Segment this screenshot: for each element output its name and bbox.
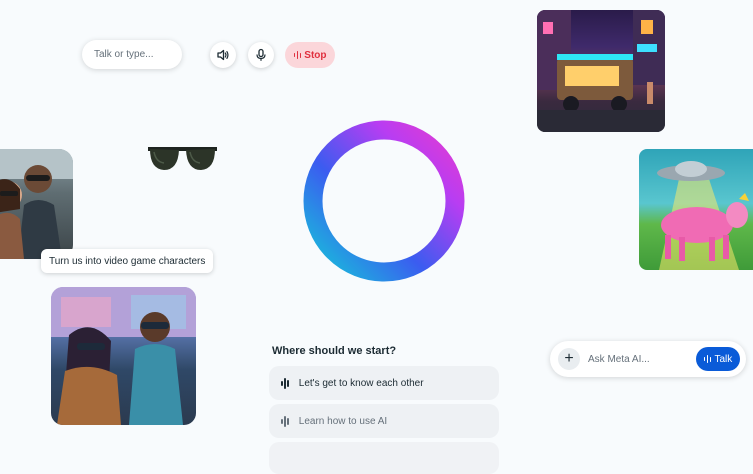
- talk-label: Talk: [714, 353, 733, 365]
- suggestion-label: Let's get to know each other: [298, 377, 424, 389]
- cow-ufo-image: [639, 149, 753, 270]
- prompt-caption-text: Turn us into video game characters: [49, 255, 206, 267]
- waveform-icon: [293, 51, 302, 59]
- ask-placeholder: Ask Meta AI...: [588, 353, 650, 365]
- waveform-icon: [281, 377, 289, 389]
- talk-input[interactable]: Talk or type...: [82, 40, 182, 69]
- prompts-title: Where should we start?: [272, 345, 397, 357]
- microphone-icon: [256, 48, 266, 61]
- selfie-photo: [0, 149, 73, 259]
- suggestion-partial[interactable]: [269, 442, 499, 474]
- suggestion-get-to-know[interactable]: Let's get to know each other: [269, 366, 499, 400]
- food-truck-image: [537, 10, 665, 132]
- speaker-button[interactable]: [210, 42, 236, 68]
- suggestion-label: Learn how to use AI: [298, 415, 388, 427]
- talk-button[interactable]: Talk: [696, 347, 740, 371]
- voice-activity-ring: [303, 120, 465, 282]
- speaker-icon: [217, 49, 229, 61]
- plus-icon[interactable]: +: [558, 348, 580, 370]
- sunglasses-image: [148, 147, 217, 170]
- waveform-icon: [703, 355, 712, 363]
- cartoon-characters-image: [51, 287, 196, 425]
- stop-label: Stop: [304, 49, 327, 61]
- stop-button[interactable]: Stop: [285, 42, 335, 68]
- waveform-icon: [281, 415, 289, 427]
- talk-input-placeholder: Talk or type...: [94, 49, 154, 60]
- prompt-caption: Turn us into video game characters: [41, 249, 214, 273]
- ask-meta-ai-bar[interactable]: + Ask Meta AI... Talk: [550, 341, 746, 377]
- suggestion-learn-ai[interactable]: Learn how to use AI: [269, 404, 499, 438]
- microphone-button[interactable]: [248, 42, 274, 68]
